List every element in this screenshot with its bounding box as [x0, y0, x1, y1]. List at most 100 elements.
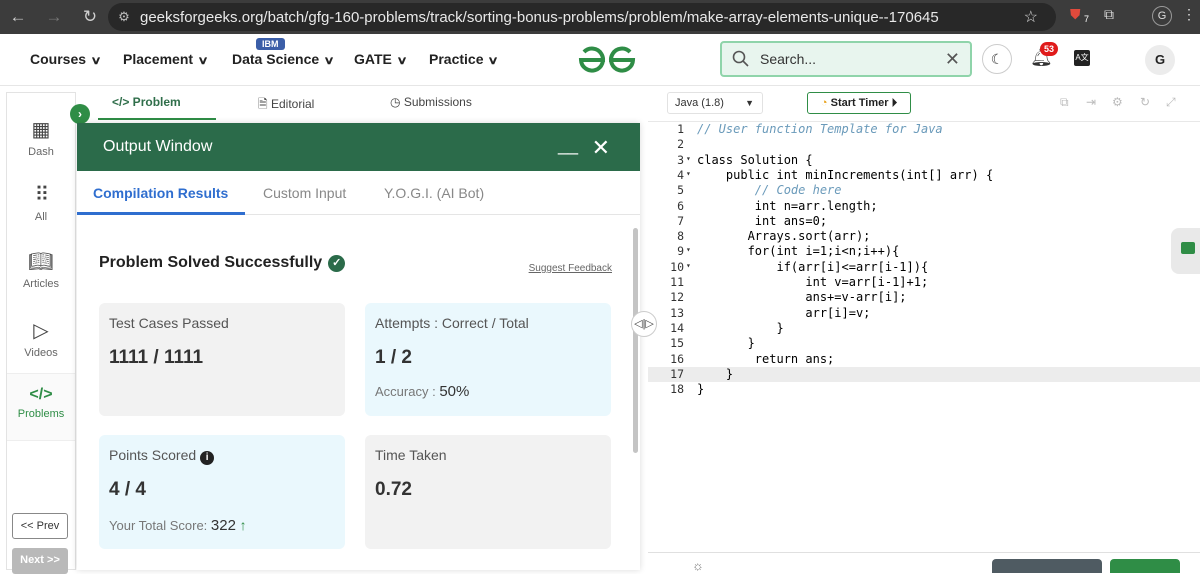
- start-timer-button[interactable]: ◔ Start Timer ⏵: [807, 92, 911, 114]
- browser-profile-avatar[interactable]: G: [1152, 6, 1172, 26]
- line-number[interactable]: 10: [670, 260, 690, 274]
- line-number: 2: [677, 137, 684, 152]
- fullscreen-icon[interactable]: ⤢: [1166, 95, 1176, 110]
- sidebar-item-problems[interactable]: </> Problems: [7, 373, 75, 441]
- accuracy: Accuracy : 50%: [375, 383, 470, 400]
- prev-button[interactable]: << Prev: [12, 513, 68, 539]
- sidebar-item-articles[interactable]: 📖︎ Articles: [7, 249, 75, 290]
- sidebar-item-videos[interactable]: ▷ Videos: [7, 318, 75, 359]
- grid-icon: ⠿: [34, 184, 50, 206]
- code-icon: </>: [29, 386, 53, 403]
- time-card: Time Taken 0.72: [365, 435, 611, 549]
- time-value: 0.72: [375, 479, 412, 500]
- tab-compilation-results[interactable]: Compilation Results: [93, 185, 228, 201]
- sidebar-item-dash[interactable]: ▦ Dash: [7, 117, 75, 158]
- code-line: // Code here: [697, 183, 842, 198]
- output-window-header: Output Window __ ✕: [77, 123, 640, 171]
- address-bar[interactable]: ⚙ geeksforgeeks.org/batch/gfg-160-proble…: [108, 3, 1056, 31]
- line-number[interactable]: 9: [677, 244, 691, 258]
- url-text: geeksforgeeks.org/batch/gfg-160-problems…: [140, 8, 939, 26]
- output-scrollbar[interactable]: [633, 228, 638, 453]
- back-icon[interactable]: ←: [0, 7, 36, 27]
- bookmark-star-icon[interactable]: ☆: [1024, 7, 1038, 27]
- menu-placement[interactable]: Placement ∨: [123, 51, 209, 67]
- lightbulb-icon[interactable]: ☼: [692, 558, 704, 573]
- line-number[interactable]: 4: [677, 168, 691, 182]
- language-select[interactable]: Java (1.8) ▼: [667, 92, 763, 114]
- line-number: 13: [670, 305, 684, 320]
- code-editor[interactable]: 1 2 3 4 5 6 7 8 9 10 11 12 13 14 15 16 1…: [648, 122, 1200, 552]
- code-line: ans+=v-arr[i];: [697, 290, 907, 305]
- tab-problem[interactable]: </> Problem: [112, 95, 181, 109]
- line-number: 8: [677, 229, 684, 244]
- search-placeholder: Search...: [760, 51, 817, 67]
- menu-gate[interactable]: GATE ∨: [354, 51, 408, 67]
- user-avatar[interactable]: G: [1145, 45, 1175, 75]
- menu-practice[interactable]: Practice ∨: [429, 51, 499, 67]
- chevron-right-icon: ›: [78, 107, 82, 121]
- dark-mode-toggle[interactable]: ☾: [982, 44, 1012, 74]
- line-number: 17: [670, 366, 684, 381]
- points-card: Points Scored i 4 / 4 Your Total Score: 3…: [99, 435, 345, 549]
- chevron-down-icon: ∨: [323, 55, 335, 67]
- tab-yogi-ai-bot[interactable]: Y.O.G.I. (AI Bot): [384, 185, 484, 201]
- tab-editorial[interactable]: 🗎︎ Editorial: [258, 95, 314, 116]
- next-button[interactable]: Next >>: [12, 548, 68, 574]
- menu-courses[interactable]: Courses ∨: [30, 51, 102, 67]
- chat-widget-button[interactable]: [1171, 228, 1200, 274]
- code-line: // User function Template for Java: [697, 122, 943, 136]
- search-input[interactable]: Search... ✕: [720, 41, 972, 77]
- minimize-button[interactable]: __: [558, 135, 578, 156]
- browser-menu-icon[interactable]: ⋮: [1182, 6, 1196, 23]
- export-icon[interactable]: ⇥: [1086, 95, 1096, 109]
- line-number: 14: [670, 320, 684, 335]
- problem-tabs: </> Problem 🗎︎ Editorial ◷ Submissions: [92, 86, 640, 120]
- editor-footer: ☼: [648, 552, 1200, 573]
- site-info-icon[interactable]: ⚙: [108, 9, 140, 25]
- code-line: if(arr[i]<=arr[i-1]){: [697, 259, 929, 274]
- compile-run-button[interactable]: [992, 559, 1102, 573]
- total-score-value: 322: [210, 517, 236, 534]
- tab-custom-input[interactable]: Custom Input: [263, 185, 346, 201]
- sidebar-item-all[interactable]: ⠿ All: [7, 182, 75, 223]
- extension-shield-icon[interactable]: ⛊: [1070, 6, 1081, 23]
- line-number[interactable]: 3: [677, 153, 691, 167]
- dashboard-icon: ▦: [31, 119, 51, 141]
- search-icon: [732, 50, 749, 67]
- chevron-down-icon: ∨: [90, 55, 102, 67]
- submit-button[interactable]: [1110, 559, 1180, 573]
- translate-icon[interactable]: A文: [1074, 50, 1090, 66]
- reset-icon[interactable]: ↻: [1140, 95, 1150, 109]
- code-line: Arrays.sort(arr);: [697, 229, 871, 244]
- code-line: arr[i]=v;: [697, 305, 871, 320]
- attempts-card: Attempts : Correct / Total 1 / 2 Accurac…: [365, 303, 611, 416]
- tab-submissions[interactable]: ◷ Submissions: [390, 95, 472, 109]
- code-line: }: [697, 336, 755, 351]
- extensions-puzzle-icon[interactable]: ⧉: [1104, 6, 1114, 23]
- points-label: Points Scored i: [109, 447, 215, 465]
- attempts-value: 1 / 2: [375, 347, 412, 368]
- collapse-toggle-button[interactable]: ›: [70, 104, 90, 124]
- line-number: 1: [677, 122, 684, 136]
- output-tabs: Compilation Results Custom Input Y.O.G.I…: [77, 171, 640, 215]
- active-tab-underline: [98, 118, 216, 120]
- code-line: class Solution {: [697, 152, 813, 167]
- play-circle-icon: ⏵: [891, 97, 898, 109]
- settings-icon[interactable]: ⚙: [1112, 95, 1123, 109]
- close-icon[interactable]: ✕: [945, 49, 960, 70]
- extension-badge: 7: [1084, 14, 1090, 24]
- suggest-feedback-link[interactable]: Suggest Feedback: [529, 263, 612, 274]
- gfg-logo[interactable]: [578, 46, 636, 74]
- play-icon: ▷: [33, 320, 49, 342]
- info-icon[interactable]: i: [200, 451, 215, 465]
- forward-icon[interactable]: →: [36, 7, 72, 27]
- book-icon: 📖︎: [28, 251, 54, 273]
- reload-icon[interactable]: ↻: [72, 7, 108, 27]
- timer-icon: ◔: [820, 97, 828, 109]
- copy-icon[interactable]: ⧉: [1060, 95, 1069, 110]
- close-button[interactable]: ✕: [592, 135, 610, 161]
- code-line: int v=arr[i-1]+1;: [697, 275, 929, 289]
- code-line: int ans=0;: [697, 213, 828, 228]
- menu-data-science[interactable]: Data Science ∨: [232, 51, 335, 67]
- chevron-down-icon: ∨: [396, 55, 408, 67]
